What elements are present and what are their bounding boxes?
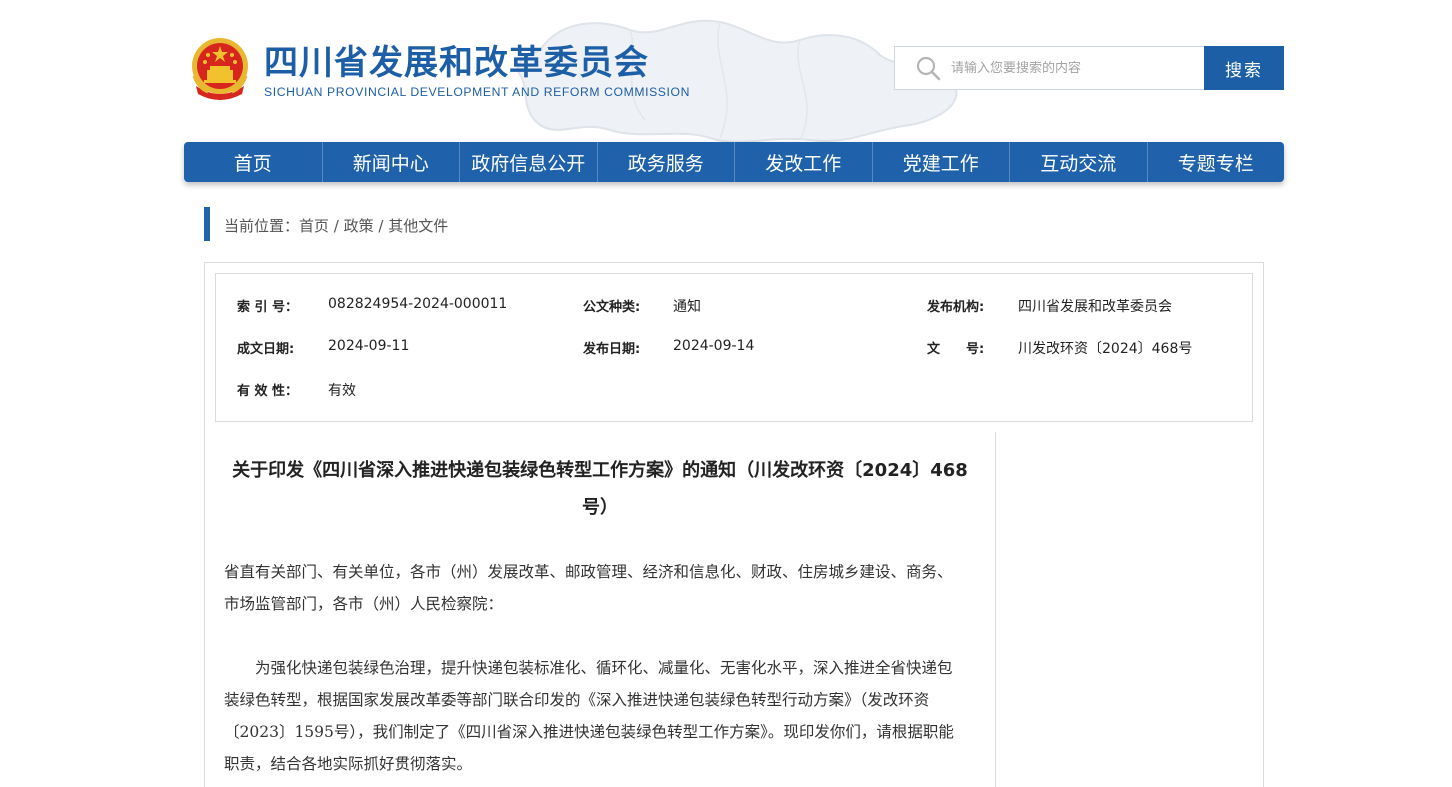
national-emblem-icon <box>192 38 248 100</box>
doc-type-value: 通知 <box>673 299 701 315</box>
nav-item-news[interactable]: 新闻中心 <box>321 142 460 182</box>
nav-item-party[interactable]: 党建工作 <box>871 142 1010 182</box>
nav-item-services[interactable]: 政务服务 <box>596 142 735 182</box>
validity-label: 有 效 性： <box>237 384 299 399</box>
breadcrumb-prefix: 当前位置： <box>224 217 300 235</box>
created-date-value: 2024-09-11 <box>328 338 410 354</box>
index-value: 082824954-2024-000011 <box>328 296 508 312</box>
search-input-wrapper <box>894 46 1204 90</box>
validity-value: 有效 <box>328 383 356 399</box>
nav-item-reform-work[interactable]: 发改工作 <box>734 142 872 182</box>
created-date-label: 成文日期: <box>237 342 295 357</box>
nav-item-home[interactable]: 首页 <box>184 142 322 182</box>
breadcrumb-link-other-files[interactable]: 其他文件 <box>388 217 448 235</box>
publisher-value: 四川省发展和改革委员会 <box>1018 299 1172 315</box>
search-button[interactable]: 搜索 <box>1204 46 1284 90</box>
main-nav: 首页 新闻中心 政府信息公开 政务服务 发改工作 党建工作 互动交流 专题专栏 <box>184 142 1284 182</box>
publish-date-label: 发布日期: <box>583 342 641 357</box>
search-icon <box>916 56 941 81</box>
publish-date-value: 2024-09-14 <box>673 338 755 354</box>
breadcrumb-separator: / <box>373 217 389 235</box>
breadcrumb-separator: / <box>329 217 344 235</box>
article-paragraph: 省直有关部门、有关单位，各市（州）发展改革、邮政管理、经济和信息化、财政、住房城… <box>224 563 953 613</box>
doc-number-value: 川发改环资〔2024〕468号 <box>1018 341 1193 357</box>
search-bar: 搜索 <box>894 46 1284 90</box>
index-label: 索 引 号： <box>237 300 299 315</box>
doc-type-label: 公文种类: <box>583 300 641 315</box>
search-input[interactable] <box>951 60 1191 76</box>
doc-number-label: 文 号: <box>927 342 985 357</box>
site-title-english: SICHUAN PROVINCIAL DEVELOPMENT AND REFOR… <box>264 85 690 99</box>
article-title: 关于印发《四川省深入推进快递包装绿色转型工作方案》的通知（川发改环资〔2024〕… <box>232 460 968 518</box>
breadcrumb: 当前位置：首页 / 政策 / 其他文件 <box>204 207 448 241</box>
breadcrumb-link-home[interactable]: 首页 <box>299 217 329 235</box>
site-logo[interactable]: 四川省发展和改革委员会 SICHUAN PROVINCIAL DEVELOPME… <box>188 36 690 102</box>
nav-item-interaction[interactable]: 互动交流 <box>1009 142 1147 182</box>
site-title: 四川省发展和改革委员会 <box>264 43 649 83</box>
nav-item-topics[interactable]: 专题专栏 <box>1146 142 1285 182</box>
article-paragraph: 为强化快递包装绿色治理，提升快递包装标准化、循环化、减量化、无害化水平，深入推进… <box>224 659 954 773</box>
breadcrumb-link-policy[interactable]: 政策 <box>344 217 374 235</box>
nav-item-gov-info[interactable]: 政府信息公开 <box>459 142 597 182</box>
column-divider <box>995 432 996 787</box>
publisher-label: 发布机构: <box>927 300 985 315</box>
